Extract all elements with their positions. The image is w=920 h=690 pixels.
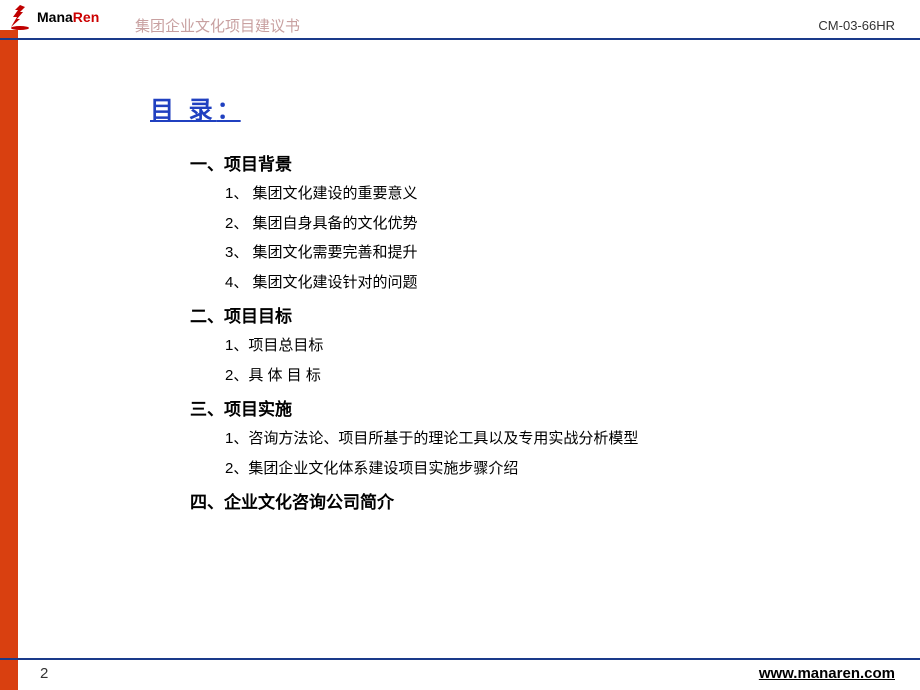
toc-item: 2、 集团自身具备的文化优势	[225, 213, 920, 236]
toc-heading: 目 录：	[150, 90, 920, 125]
toc-section: 一、项目背景 1、 集团文化建设的重要意义 2、 集团自身具备的文化优势 3、 …	[150, 150, 920, 294]
section-title: 三、项目实施	[190, 395, 920, 420]
logo-text: ManaRen	[37, 9, 99, 25]
header: ManaRen 集团企业文化项目建议书 CM-03-66HR	[0, 0, 920, 40]
footer: 2 www.manaren.com	[0, 658, 920, 690]
toc-item: 2、集团企业文化体系建设项目实施步骤介绍	[225, 458, 920, 481]
toc-item: 1、咨询方法论、项目所基于的理论工具以及专用实战分析模型	[225, 428, 920, 451]
left-accent-bar	[0, 30, 18, 690]
footer-url: www.manaren.com	[759, 665, 895, 682]
toc-section: 四、企业文化咨询公司简介	[150, 488, 920, 513]
document-code: CM-03-66HR	[818, 18, 895, 33]
toc-item: 2、具 体 目 标	[225, 365, 920, 388]
page-number: 2	[40, 665, 48, 682]
toc-item: 3、 集团文化需要完善和提升	[225, 242, 920, 265]
logo-icon	[5, 2, 35, 32]
section-title: 二、项目目标	[190, 302, 920, 327]
toc-item: 1、项目总目标	[225, 335, 920, 358]
section-title: 四、企业文化咨询公司简介	[190, 488, 920, 513]
toc-item: 4、 集团文化建设针对的问题	[225, 272, 920, 295]
content-area: 目 录： 一、项目背景 1、 集团文化建设的重要意义 2、 集团自身具备的文化优…	[0, 40, 920, 513]
section-title: 一、项目背景	[190, 150, 920, 175]
logo: ManaRen	[5, 2, 99, 32]
toc-section: 三、项目实施 1、咨询方法论、项目所基于的理论工具以及专用实战分析模型 2、集团…	[150, 395, 920, 480]
toc-section: 二、项目目标 1、项目总目标 2、具 体 目 标	[150, 302, 920, 387]
logo-text-part2: Ren	[73, 9, 99, 25]
toc-item: 1、 集团文化建设的重要意义	[225, 183, 920, 206]
document-title: 集团企业文化项目建议书	[135, 15, 300, 36]
toc-heading-text: 目 录	[150, 97, 217, 124]
toc-heading-colon: ：	[217, 97, 241, 124]
logo-text-part1: Mana	[37, 9, 73, 25]
